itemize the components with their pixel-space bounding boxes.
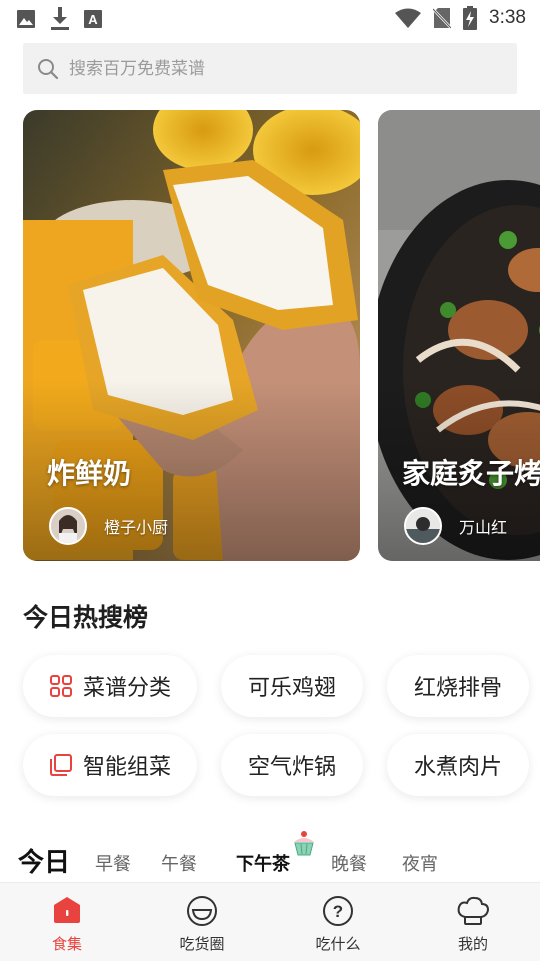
nav-what-to-eat[interactable]: ? 吃什么 [283, 883, 393, 961]
tab-late-night[interactable]: 夜宵 [402, 850, 438, 876]
pill-label: 智能组菜 [82, 755, 171, 780]
tab-afternoon-tea[interactable]: 下午茶 [236, 850, 290, 876]
question-icon: ? [323, 896, 353, 926]
nav-foodie-circle[interactable]: 吃货圈 [147, 883, 257, 961]
no-sim-icon [433, 8, 452, 29]
wifi-icon [395, 8, 422, 28]
nav-label: 食集 [51, 935, 82, 953]
avatar[interactable] [404, 507, 442, 545]
hot-search-item[interactable]: 红烧排骨 [387, 655, 529, 717]
card-author: 万山红 [459, 518, 508, 537]
battery-charging-icon [463, 6, 478, 30]
card-title: 炸鲜奶 [47, 457, 132, 490]
pill-label: 水煮肉片 [413, 755, 502, 780]
status-time: 3:38 [489, 7, 526, 28]
search-icon [38, 58, 59, 79]
hot-search-title: 今日热搜榜 [23, 603, 149, 632]
svg-text:?: ? [333, 902, 343, 921]
download-icon [51, 7, 69, 30]
recipe-photo-fried-milk [23, 110, 360, 561]
avatar[interactable] [49, 507, 87, 545]
tab-today[interactable]: 今日 [18, 842, 70, 879]
hot-search-item[interactable]: 空气炸锅 [221, 734, 363, 796]
home-icon [54, 897, 80, 923]
image-icon [17, 10, 35, 28]
pill-label: 菜谱分类 [82, 676, 171, 701]
hot-search-item[interactable]: 可乐鸡翅 [221, 655, 363, 717]
svg-text:A: A [88, 12, 98, 27]
search-input[interactable] [69, 58, 489, 79]
recipe-card-grilled-meat[interactable]: 家庭炙子烤 万山红 [378, 110, 540, 561]
smart-menu-button[interactable]: 智能组菜 [23, 734, 197, 796]
meal-tabs: 今日 早餐 午餐 下午茶 晚餐 夜宵 [0, 831, 540, 882]
tab-lunch[interactable]: 午餐 [161, 850, 197, 876]
nav-profile[interactable]: 我的 [418, 883, 528, 961]
category-button[interactable]: 菜谱分类 [23, 655, 197, 717]
smile-icon [187, 896, 217, 926]
nav-label: 吃货圈 [179, 935, 225, 953]
bottom-nav: 食集 吃货圈 ? 吃什么 我的 [0, 882, 540, 961]
cake-icon [294, 831, 314, 856]
search-bar[interactable] [23, 43, 517, 94]
recipe-photo-grilled-meat [378, 110, 540, 561]
pill-label: 空气炸锅 [247, 755, 336, 780]
hot-search-item[interactable]: 水煮肉片 [387, 734, 529, 796]
nav-home[interactable]: 食集 [12, 883, 122, 961]
card-author: 橙子小厨 [104, 518, 169, 537]
pill-label: 可乐鸡翅 [247, 676, 336, 701]
pill-label: 红烧排骨 [413, 676, 502, 701]
grid-icon [49, 675, 72, 697]
tab-dinner[interactable]: 晚餐 [331, 850, 367, 876]
status-bar: A 3:38 [0, 0, 540, 36]
tab-breakfast[interactable]: 早餐 [95, 850, 131, 876]
card-title: 家庭炙子烤 [402, 457, 540, 490]
recipe-card-fried-milk[interactable]: 炸鲜奶 橙子小厨 [23, 110, 360, 561]
chef-hat-icon [457, 896, 490, 925]
nav-label: 吃什么 [315, 935, 361, 953]
font-icon: A [84, 10, 102, 28]
stack-icon [49, 754, 72, 776]
nav-label: 我的 [457, 935, 488, 953]
